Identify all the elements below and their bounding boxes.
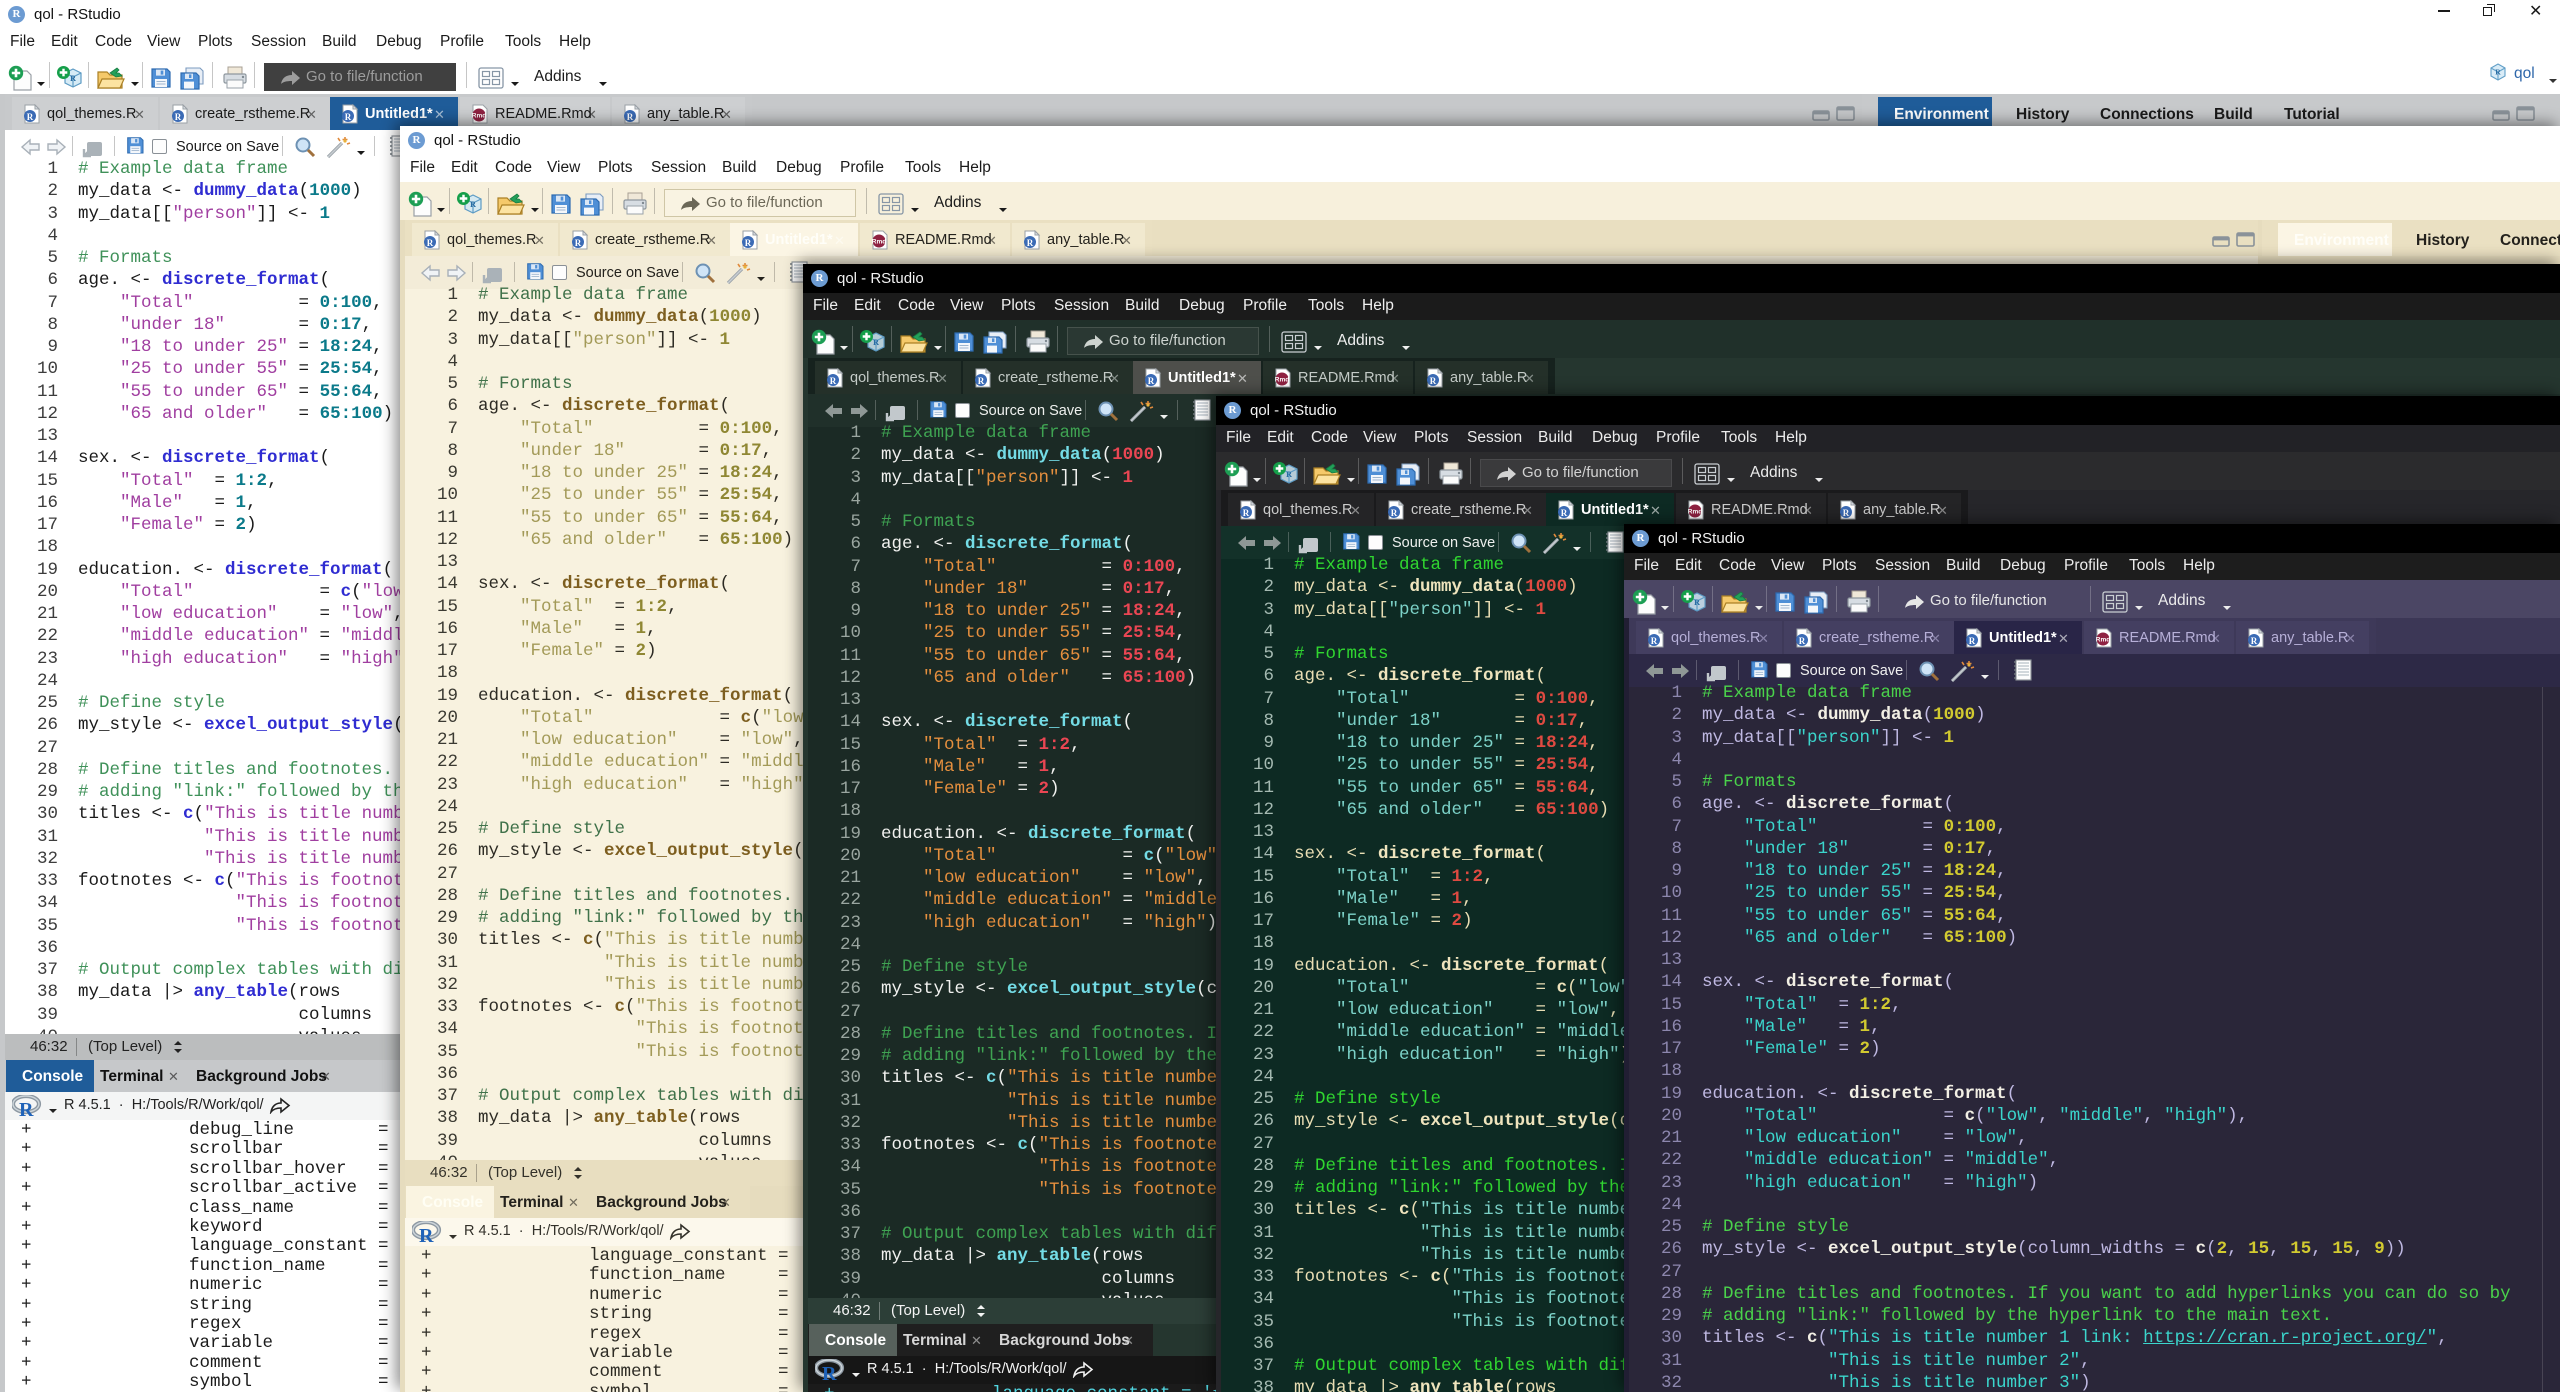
svg-text:R: R bbox=[627, 112, 634, 122]
svg-text:R: R bbox=[575, 238, 582, 248]
svg-text:Rmd: Rmd bbox=[1275, 377, 1289, 384]
svg-text:R: R bbox=[745, 238, 752, 248]
svg-text:R: R bbox=[2251, 636, 2258, 646]
svg-text:R: R bbox=[345, 112, 352, 122]
svg-text:R: R bbox=[19, 1099, 34, 1119]
svg-text:Rmd: Rmd bbox=[872, 239, 886, 246]
svg-text:R: R bbox=[978, 376, 985, 386]
svg-text:R: R bbox=[2495, 68, 2501, 77]
svg-text:R: R bbox=[1243, 508, 1250, 518]
svg-text:R: R bbox=[27, 112, 34, 122]
svg-text:R: R bbox=[1694, 598, 1700, 607]
svg-text:R: R bbox=[470, 200, 476, 209]
svg-text:R: R bbox=[419, 1225, 434, 1245]
svg-text:R: R bbox=[1799, 636, 1806, 646]
svg-text:R: R bbox=[175, 112, 182, 122]
svg-text:R: R bbox=[70, 74, 76, 83]
svg-text:R: R bbox=[1027, 238, 1034, 248]
svg-text:R: R bbox=[1651, 636, 1658, 646]
svg-text:R: R bbox=[830, 376, 837, 386]
svg-text:R: R bbox=[1561, 508, 1568, 518]
svg-text:R: R bbox=[1148, 376, 1155, 386]
svg-text:R: R bbox=[1969, 636, 1976, 646]
svg-text:Rmd: Rmd bbox=[1688, 509, 1702, 516]
svg-text:Rmd: Rmd bbox=[2096, 637, 2110, 644]
svg-text:R: R bbox=[1430, 376, 1437, 386]
svg-text:R: R bbox=[1391, 508, 1398, 518]
svg-text:R: R bbox=[822, 1363, 837, 1383]
svg-text:R: R bbox=[427, 238, 434, 248]
svg-text:Rmd: Rmd bbox=[472, 113, 486, 120]
svg-text:R: R bbox=[1286, 470, 1292, 479]
svg-text:R: R bbox=[1843, 508, 1850, 518]
svg-text:R: R bbox=[873, 338, 879, 347]
